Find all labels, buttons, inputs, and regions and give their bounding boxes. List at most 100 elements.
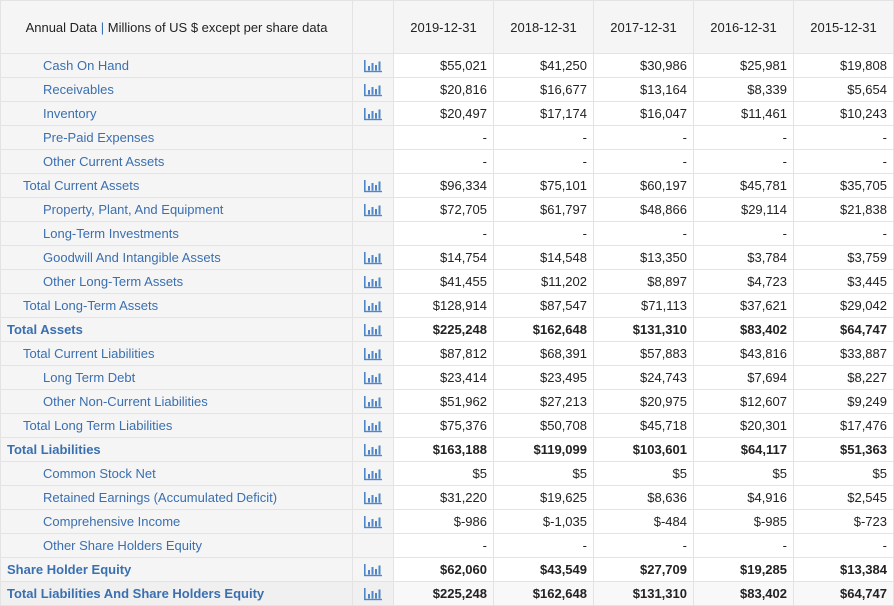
- table-row: Cash On Hand $55,021 $41,250 $30,986 $25,981…: [0, 53, 894, 78]
- chart-cell: [352, 125, 394, 150]
- value-cell-2015: -: [793, 125, 894, 150]
- bar-chart-icon[interactable]: [363, 443, 383, 457]
- value-cell-2016: $4,723: [693, 269, 794, 294]
- value-cell-2019: $163,188: [393, 437, 494, 462]
- row-label[interactable]: Inventory: [0, 101, 353, 126]
- chart-cell: [352, 221, 394, 246]
- table-row: Total Assets $225,248 $162,648 $131,310 $83,…: [0, 317, 894, 342]
- value-cell-2019: $96,334: [393, 173, 494, 198]
- value-cell-2015: $5,654: [793, 77, 894, 102]
- chart-cell: [352, 269, 394, 294]
- date-header-2018: 2018-12-31: [493, 0, 594, 54]
- chart-cell: [352, 77, 394, 102]
- value-cell-2018: $162,648: [493, 581, 594, 606]
- value-cell-2017: $16,047: [593, 101, 694, 126]
- value-cell-2019: $72,705: [393, 197, 494, 222]
- row-label[interactable]: Pre-Paid Expenses: [0, 125, 353, 150]
- row-label[interactable]: Total Current Liabilities: [0, 341, 353, 366]
- value-cell-2015: $2,545: [793, 485, 894, 510]
- chart-cell: [352, 317, 394, 342]
- value-cell-2016: $20,301: [693, 413, 794, 438]
- table-row: Total Current Assets $96,334 $75,101 $60,19…: [0, 173, 894, 198]
- value-cell-2015: $8,227: [793, 365, 894, 390]
- row-label[interactable]: Total Assets: [0, 317, 353, 342]
- row-label[interactable]: Cash On Hand: [0, 53, 353, 78]
- table-row: Property, Plant, And Equipment $72,705 $61…: [0, 197, 894, 222]
- value-cell-2018: $11,202: [493, 269, 594, 294]
- table-body: Cash On Hand $55,021 $41,250 $30,986 $25,981…: [0, 53, 894, 606]
- chart-cell: [352, 53, 394, 78]
- table-row: Long-Term Investments - - - - -: [0, 221, 894, 246]
- value-cell-2015: $64,747: [793, 581, 894, 606]
- table-row: Total Long Term Liabilities $75,376 $50,70…: [0, 413, 894, 438]
- chart-cell: [352, 245, 394, 270]
- row-label[interactable]: Long-Term Investments: [0, 221, 353, 246]
- bar-chart-icon[interactable]: [363, 587, 383, 601]
- value-cell-2015: $64,747: [793, 317, 894, 342]
- row-label[interactable]: Comprehensive Income: [0, 509, 353, 534]
- value-cell-2015: $51,363: [793, 437, 894, 462]
- value-cell-2017: $-484: [593, 509, 694, 534]
- value-cell-2016: $83,402: [693, 581, 794, 606]
- value-cell-2016: $4,916: [693, 485, 794, 510]
- value-cell-2015: $3,445: [793, 269, 894, 294]
- title-right: Millions of US $ except per share data: [107, 19, 328, 35]
- row-label[interactable]: Other Share Holders Equity: [0, 533, 353, 558]
- title-separator: |: [100, 19, 105, 35]
- row-label[interactable]: Total Long Term Liabilities: [0, 413, 353, 438]
- row-label[interactable]: Other Current Assets: [0, 149, 353, 174]
- bar-chart-icon[interactable]: [363, 179, 383, 193]
- value-cell-2015: -: [793, 221, 894, 246]
- value-cell-2017: $13,164: [593, 77, 694, 102]
- bar-chart-icon[interactable]: [363, 467, 383, 481]
- bar-chart-icon[interactable]: [363, 515, 383, 529]
- row-label[interactable]: Retained Earnings (Accumulated Deficit): [0, 485, 353, 510]
- value-cell-2016: $25,981: [693, 53, 794, 78]
- row-label[interactable]: Property, Plant, And Equipment: [0, 197, 353, 222]
- row-label[interactable]: Share Holder Equity: [0, 557, 353, 582]
- table-row: Goodwill And Intangible Assets $14,754 $14…: [0, 245, 894, 270]
- value-cell-2019: $14,754: [393, 245, 494, 270]
- bar-chart-icon[interactable]: [363, 563, 383, 577]
- bar-chart-icon[interactable]: [363, 203, 383, 217]
- value-cell-2017: $131,310: [593, 581, 694, 606]
- bar-chart-icon[interactable]: [363, 395, 383, 409]
- bar-chart-icon[interactable]: [363, 323, 383, 337]
- bar-chart-icon[interactable]: [363, 83, 383, 97]
- value-cell-2019: $-986: [393, 509, 494, 534]
- row-label[interactable]: Receivables: [0, 77, 353, 102]
- table-row: Other Current Assets - - - - -: [0, 149, 894, 174]
- row-label[interactable]: Total Liabilities And Share Holders Equi…: [0, 581, 353, 606]
- value-cell-2018: $27,213: [493, 389, 594, 414]
- value-cell-2019: -: [393, 221, 494, 246]
- row-label[interactable]: Total Long-Term Assets: [0, 293, 353, 318]
- row-label[interactable]: Common Stock Net: [0, 461, 353, 486]
- value-cell-2017: $20,975: [593, 389, 694, 414]
- bar-chart-icon[interactable]: [363, 347, 383, 361]
- row-label[interactable]: Goodwill And Intangible Assets: [0, 245, 353, 270]
- row-label[interactable]: Other Non-Current Liabilities: [0, 389, 353, 414]
- row-label[interactable]: Long Term Debt: [0, 365, 353, 390]
- table-row: Total Liabilities $163,188 $119,099 $103,60…: [0, 437, 894, 462]
- bar-chart-icon[interactable]: [363, 251, 383, 265]
- value-cell-2017: $131,310: [593, 317, 694, 342]
- value-cell-2016: $64,117: [693, 437, 794, 462]
- bar-chart-icon[interactable]: [363, 107, 383, 121]
- bar-chart-icon[interactable]: [363, 491, 383, 505]
- value-cell-2019: $23,414: [393, 365, 494, 390]
- bar-chart-icon[interactable]: [363, 299, 383, 313]
- bar-chart-icon[interactable]: [363, 275, 383, 289]
- row-label[interactable]: Total Current Assets: [0, 173, 353, 198]
- bar-chart-icon[interactable]: [363, 419, 383, 433]
- row-label[interactable]: Total Liabilities: [0, 437, 353, 462]
- value-cell-2017: -: [593, 149, 694, 174]
- date-header-2016: 2016-12-31: [693, 0, 794, 54]
- bar-chart-icon[interactable]: [363, 371, 383, 385]
- chart-cell: [352, 437, 394, 462]
- bar-chart-icon[interactable]: [363, 59, 383, 73]
- value-cell-2015: $-723: [793, 509, 894, 534]
- value-cell-2019: $20,816: [393, 77, 494, 102]
- row-label[interactable]: Other Long-Term Assets: [0, 269, 353, 294]
- value-cell-2016: $43,816: [693, 341, 794, 366]
- value-cell-2019: $51,962: [393, 389, 494, 414]
